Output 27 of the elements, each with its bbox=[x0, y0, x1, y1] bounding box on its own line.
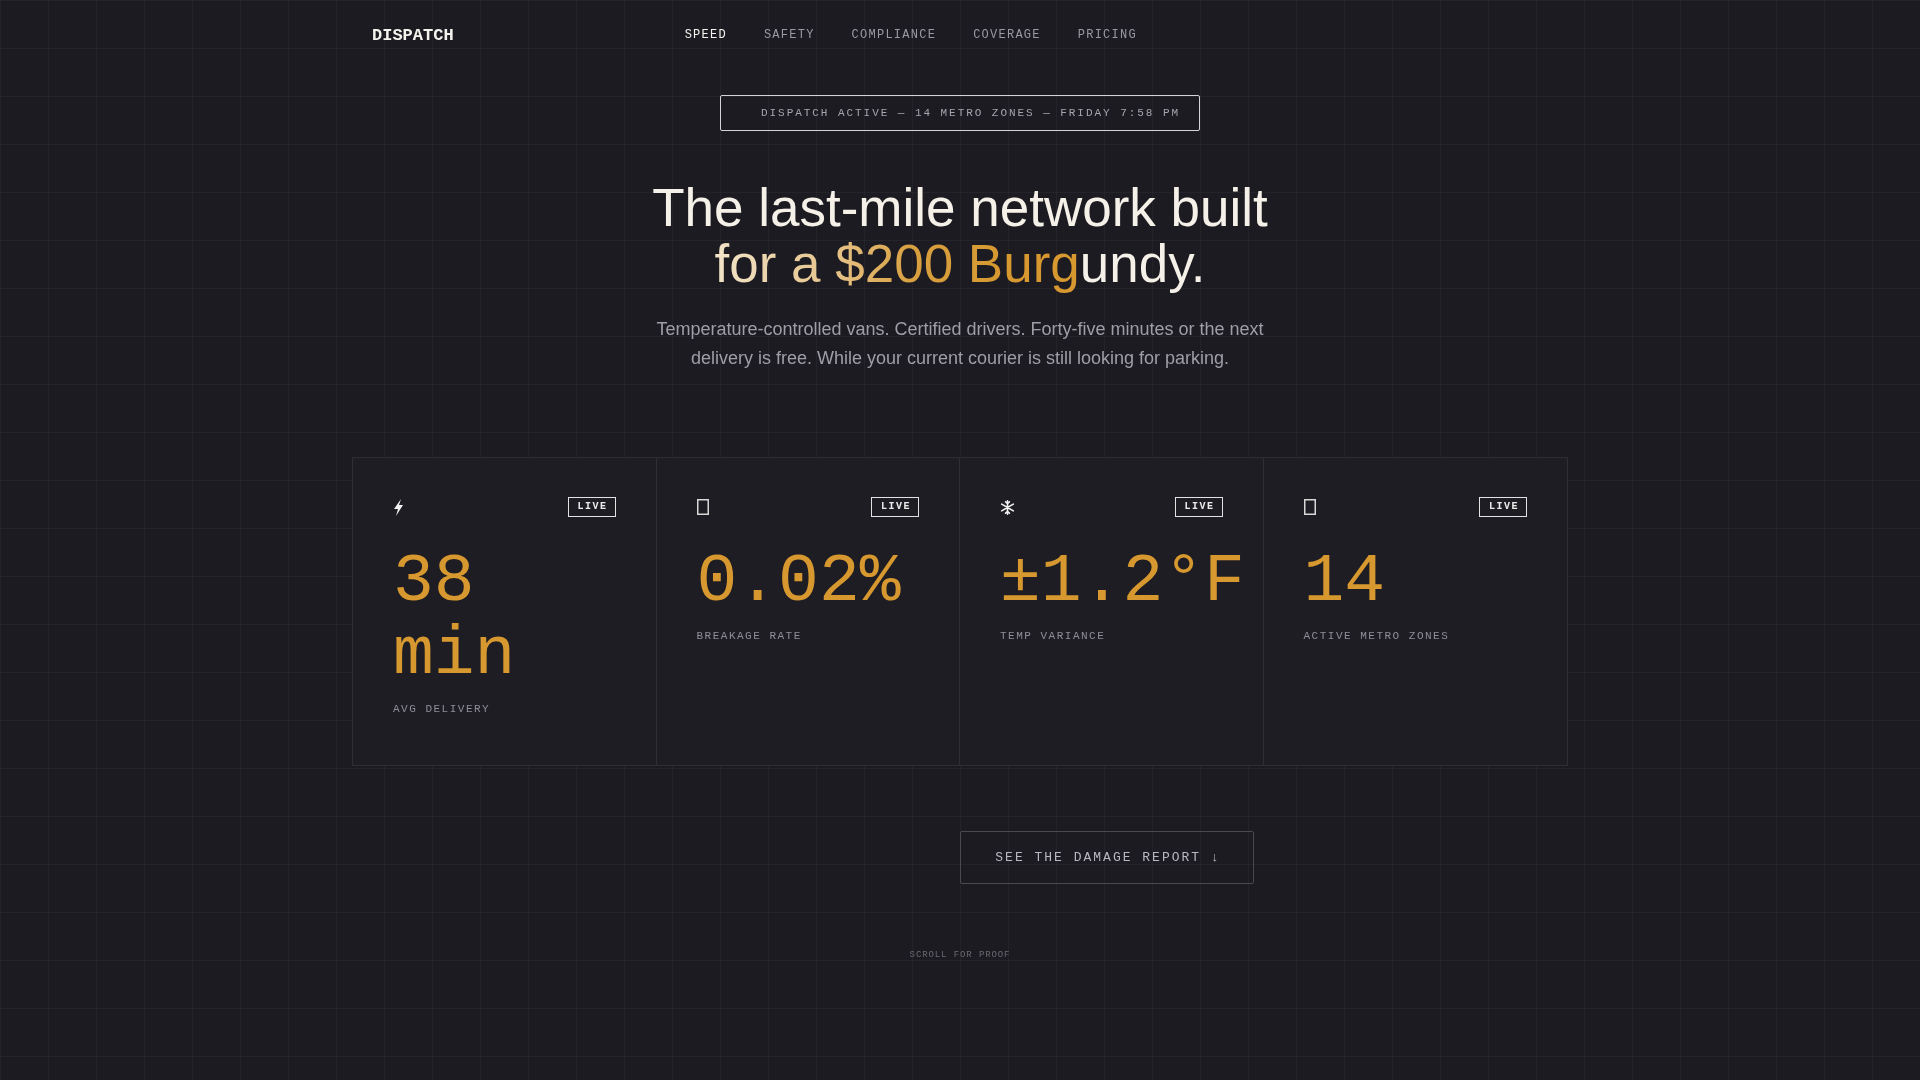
stat-label: ACTIVE METRO ZONES bbox=[1303, 629, 1450, 644]
stat-value: 0.02% bbox=[696, 545, 901, 618]
stat-label: AVG DELIVERY bbox=[393, 702, 491, 717]
stat-label: BREAKAGE RATE bbox=[696, 629, 802, 644]
brand-logo[interactable]: DISPATCH bbox=[372, 25, 454, 45]
nav-link[interactable]: SAFETY bbox=[763, 27, 815, 43]
live-badge: LIVE bbox=[568, 497, 616, 517]
square-outline-icon bbox=[1303, 499, 1316, 515]
live-badge: LIVE bbox=[871, 497, 919, 517]
scroll-hint: SCROLL FOR PROOF bbox=[909, 949, 1011, 962]
nav-link[interactable]: COMPLIANCE bbox=[851, 27, 937, 43]
stat-value: ±1.2°F bbox=[1000, 545, 1245, 618]
nav-link[interactable]: SPEED bbox=[684, 27, 727, 43]
live-badge: LIVE bbox=[1479, 497, 1527, 517]
snowflake-icon bbox=[1000, 499, 1015, 515]
damage-report-button[interactable]: SEE THE DAMAGE REPORT ↓ bbox=[960, 831, 1254, 884]
hero-headline: The last-mile network built for a $200 Burgundy. bbox=[652, 180, 1268, 292]
status-banner: DISPATCH ACTIVE — 14 METRO ZONES — FRIDAY 7:58 PM bbox=[720, 95, 1200, 131]
hero-subtitle: Temperature-controlled vans. Certified drivers. Forty-five minutes or the next delivery is free. While your current courier is still looking for parking. bbox=[655, 318, 1265, 370]
nav-link[interactable]: COVERAGE bbox=[973, 27, 1041, 43]
stat-value: 14 bbox=[1303, 545, 1386, 618]
square-outline-icon bbox=[696, 499, 709, 515]
stat-value: 38 min bbox=[393, 545, 516, 691]
nav-link[interactable]: PRICING bbox=[1077, 27, 1137, 43]
lightning-icon bbox=[393, 498, 404, 516]
live-badge: LIVE bbox=[1175, 497, 1223, 517]
stat-label: TEMP VARIANCE bbox=[1000, 629, 1106, 644]
